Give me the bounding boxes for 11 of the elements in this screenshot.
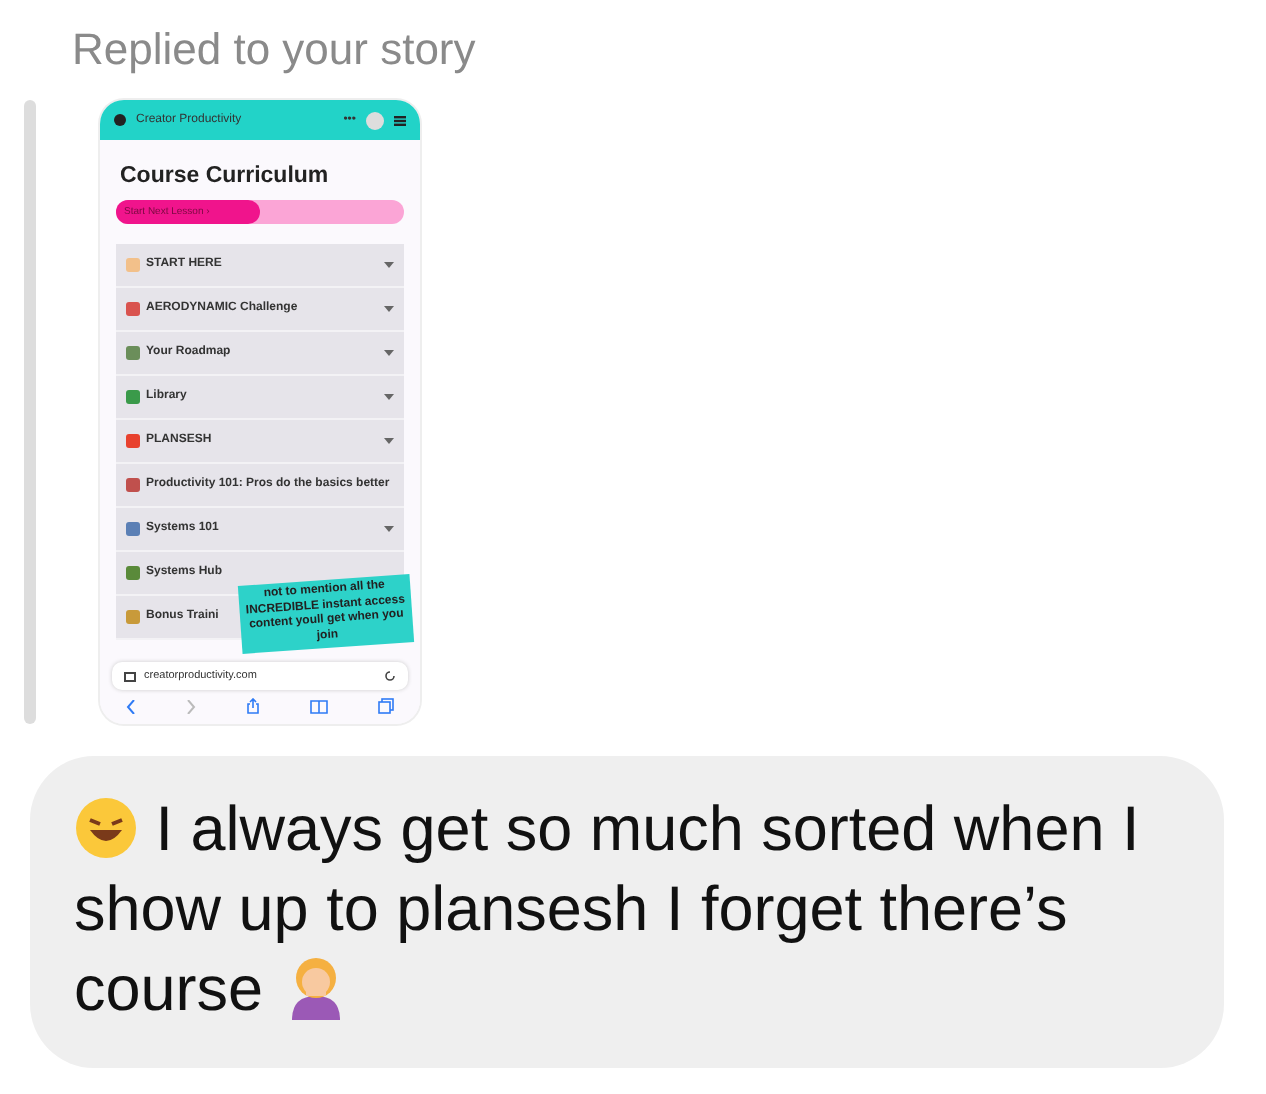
laughing-emoji-icon	[74, 796, 138, 860]
reply-label: Replied to your story	[72, 24, 478, 76]
menu-icon[interactable]	[394, 115, 406, 125]
story-preview[interactable]	[100, 100, 420, 724]
book-icon[interactable]	[310, 699, 329, 713]
page-heading: Course Curriculum	[120, 164, 331, 188]
message-text: I always get so much sorted when I show up to plansesh I forget there’s course	[74, 790, 1142, 1028]
reload-icon[interactable]	[384, 670, 396, 682]
share-icon[interactable]	[245, 698, 260, 714]
tab-icon	[124, 671, 136, 681]
tabs-icon[interactable]	[378, 698, 395, 714]
